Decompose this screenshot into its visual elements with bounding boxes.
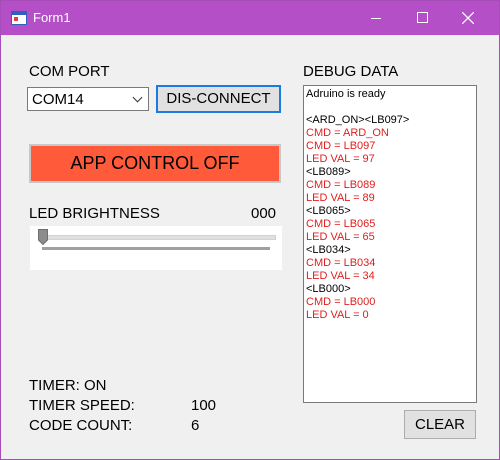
app-control-button[interactable]: APP CONTROL OFF [29, 144, 281, 183]
close-icon [462, 12, 474, 24]
debug-line: CMD = LB000 [306, 296, 376, 308]
debug-line: LED VAL = 65 [306, 231, 375, 243]
disconnect-button[interactable]: DIS-CONNECT [156, 85, 281, 113]
debug-line: CMD = LB065 [306, 218, 376, 230]
debug-line: <LB000> [306, 283, 351, 295]
debug-line: Adruino is ready [306, 88, 386, 100]
chevron-down-icon [132, 92, 143, 103]
code-count-label: CODE COUNT: [29, 417, 133, 434]
debug-line: <LB034> [306, 244, 351, 256]
com-port-select[interactable]: COM14 [27, 87, 149, 111]
debug-line [306, 101, 409, 114]
close-button[interactable] [445, 1, 491, 35]
debug-line: CMD = LB034 [306, 257, 376, 269]
debug-data-label: DEBUG DATA [303, 63, 399, 80]
debug-line: <LB089> [306, 166, 351, 178]
com-port-value: COM14 [32, 91, 84, 108]
com-port-label: COM PORT [29, 63, 110, 80]
debug-line: LED VAL = 97 [306, 153, 375, 165]
debug-textbox[interactable]: Adruino is ready <ARD_ON><LB097> CMD = ARD… [303, 85, 477, 403]
slider-thumb[interactable] [38, 229, 48, 245]
timer-speed-value: 100 [191, 397, 217, 414]
debug-line: CMD = ARD_ON [306, 127, 389, 139]
clear-button[interactable]: CLEAR [404, 410, 476, 439]
debug-line: LED VAL = 0 [306, 309, 369, 321]
led-brightness-label: LED BRIGHTNESS [29, 205, 160, 222]
led-brightness-value: 000 [251, 205, 277, 222]
timer-status: TIMER: ON [29, 377, 107, 394]
brightness-slider[interactable] [30, 226, 282, 270]
form-app-icon [11, 11, 27, 25]
debug-line: CMD = LB097 [306, 140, 376, 152]
minimize-button[interactable] [353, 1, 399, 35]
app-window: Form1 COM PORT COM14 DIS-CONNECT APP CON… [0, 0, 500, 460]
debug-line: LED VAL = 89 [306, 192, 375, 204]
debug-lines: Adruino is ready <ARD_ON><LB097> CMD = ARD… [306, 88, 409, 322]
code-count-value: 6 [191, 417, 200, 434]
timer-speed-label: TIMER SPEED: [29, 397, 135, 414]
slider-ticks [42, 247, 270, 250]
slider-track [42, 235, 276, 240]
window-title: Form1 [33, 10, 71, 25]
debug-line: <LB065> [306, 205, 351, 217]
debug-line: LED VAL = 34 [306, 270, 375, 282]
debug-line: CMD = LB089 [306, 179, 376, 191]
debug-line: <ARD_ON><LB097> [306, 114, 410, 126]
title-bar[interactable]: Form1 [1, 1, 499, 35]
maximize-button[interactable] [399, 1, 445, 35]
